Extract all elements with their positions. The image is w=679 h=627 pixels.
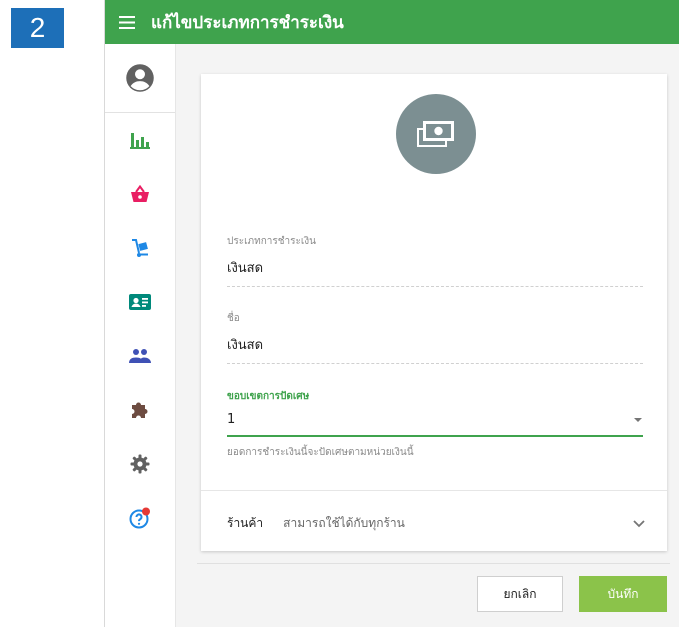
payment-type-value: เงินสด (227, 261, 264, 276)
sidebar-item-customers[interactable] (105, 329, 175, 383)
sidebar-item-account[interactable] (105, 44, 175, 113)
name-input[interactable]: เงินสด (227, 334, 643, 355)
hand-truck-icon (132, 239, 148, 257)
help-icon (129, 507, 150, 529)
rounding-select[interactable]: ขอบเขตการปัดเศษ 1 ยอดการชำระเงินนี้จะปัด… (227, 389, 643, 460)
account-circle-icon (126, 64, 154, 92)
store-value: สามารถใช้ได้กับทุกร้าน (283, 516, 405, 530)
card-divider (201, 490, 667, 491)
payment-type-field[interactable]: ประเภทการชำระเงิน เงินสด (227, 234, 643, 287)
rounding-hint: ยอดการชำระเงินนี้จะปัดเศษตามหน่วยเงินนี้ (227, 447, 414, 458)
top-app-bar: แก้ไขประเภทการชำระเงิน (105, 0, 679, 44)
basket-icon (131, 185, 149, 202)
name-underline (227, 363, 643, 364)
sidebar-item-reports[interactable] (105, 113, 175, 167)
people-icon (129, 349, 151, 363)
rounding-select-control[interactable]: 1 (227, 412, 643, 427)
step-number-badge: 2 (11, 8, 64, 48)
bar-chart-icon (130, 133, 150, 149)
store-availability-row[interactable]: ร้านค้า สามารถใช้ได้กับทุกร้าน (227, 514, 645, 533)
gear-icon (130, 454, 150, 474)
rounding-label: ขอบเขตการปัดเศษ (227, 391, 310, 402)
payment-type-avatar (396, 94, 476, 174)
sidebar-rail (105, 44, 176, 627)
chevron-down-icon[interactable] (633, 519, 645, 528)
payment-type-underline (227, 286, 643, 287)
cancel-button[interactable]: ยกเลิก (477, 576, 563, 612)
contact-card-icon (129, 294, 151, 310)
rounding-underline (227, 435, 643, 437)
store-label: ร้านค้า (227, 516, 264, 530)
sidebar-item-employees[interactable] (105, 275, 175, 329)
sidebar-item-sales[interactable] (105, 167, 175, 221)
sidebar-item-integrations[interactable] (105, 383, 175, 437)
app-window: แก้ไขประเภทการชำระเงิน ประเภทการชำระเงิน… (104, 0, 679, 627)
hamburger-menu-icon[interactable] (105, 0, 149, 44)
dropdown-arrow-icon[interactable] (633, 417, 643, 423)
puzzle-icon (132, 402, 148, 418)
rounding-value: 1 (227, 412, 236, 427)
name-field[interactable]: ชื่อ เงินสด (227, 311, 643, 364)
sidebar-item-settings[interactable] (105, 437, 175, 491)
page-title: แก้ไขประเภทการชำระเงิน (151, 12, 344, 33)
footer-divider (197, 563, 670, 564)
payment-type-label: ประเภทการชำระเงิน (227, 236, 317, 247)
sidebar-item-help[interactable] (105, 491, 175, 545)
edit-payment-type-card: ประเภทการชำระเงิน เงินสด ชื่อ เงินสด ขอบ… (201, 74, 667, 551)
cash-icon (417, 121, 454, 147)
name-label: ชื่อ (227, 313, 240, 324)
sidebar-item-items[interactable] (105, 221, 175, 275)
save-button[interactable]: บันทึก (579, 576, 667, 612)
